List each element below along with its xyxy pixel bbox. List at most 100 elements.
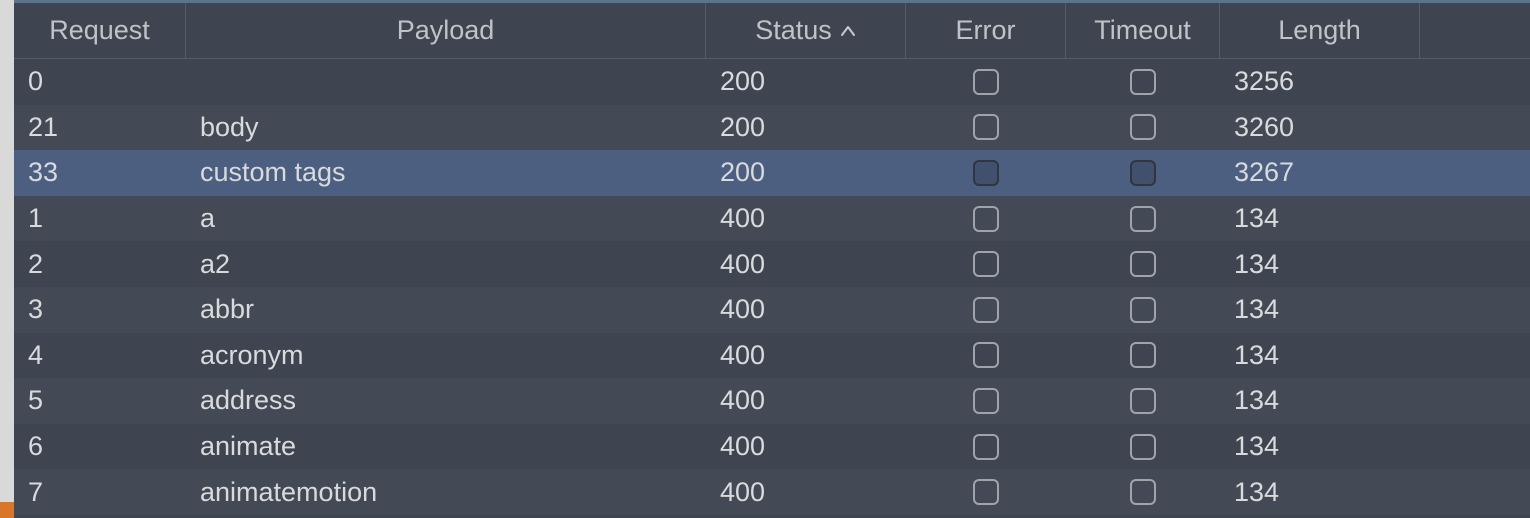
cell-error-checkbox[interactable] <box>973 388 999 414</box>
cell-error <box>906 287 1066 333</box>
table-row[interactable]: 5address400134 <box>14 378 1530 424</box>
column-header-label: Request <box>49 15 150 46</box>
cell-request: 3 <box>14 287 186 333</box>
results-table: Request Payload Status Error Timeout Len… <box>14 0 1530 518</box>
cell-timeout <box>1066 241 1220 287</box>
table-body: 0 200 325621body200 326033custom tags200326… <box>14 59 1530 518</box>
cell-payload: body <box>186 105 706 151</box>
cell-error <box>906 241 1066 287</box>
cell-length: 3267 <box>1220 150 1420 196</box>
cell-timeout-checkbox[interactable] <box>1130 69 1156 95</box>
column-header-label: Payload <box>397 15 495 46</box>
cell-request: 7 <box>14 469 186 515</box>
cell-spacer <box>1420 150 1530 196</box>
cell-error-checkbox[interactable] <box>973 160 999 186</box>
cell-error <box>906 105 1066 151</box>
cell-timeout <box>1066 287 1220 333</box>
cell-timeout-checkbox[interactable] <box>1130 114 1156 140</box>
cell-length: 134 <box>1220 287 1420 333</box>
cell-payload: a <box>186 196 706 242</box>
cell-timeout <box>1066 469 1220 515</box>
column-header-label: Timeout <box>1094 15 1191 46</box>
cell-error-checkbox[interactable] <box>973 434 999 460</box>
cell-length: 134 <box>1220 196 1420 242</box>
cell-timeout <box>1066 333 1220 379</box>
cell-timeout-checkbox[interactable] <box>1130 479 1156 505</box>
column-header-error[interactable]: Error <box>906 3 1066 58</box>
cell-status: 400 <box>706 424 906 470</box>
cell-timeout-checkbox[interactable] <box>1130 160 1156 186</box>
table-row[interactable]: 02003256 <box>14 59 1530 105</box>
cell-timeout <box>1066 378 1220 424</box>
cell-error-checkbox[interactable] <box>973 114 999 140</box>
column-header-label: Length <box>1278 15 1361 46</box>
cell-spacer <box>1420 378 1530 424</box>
table-row[interactable]: 6animate400134 <box>14 424 1530 470</box>
sort-asc-icon <box>840 25 856 37</box>
column-header-length[interactable]: Length <box>1220 3 1420 58</box>
column-header-spacer <box>1420 3 1530 58</box>
column-header-status[interactable]: Status <box>706 3 906 58</box>
cell-timeout-checkbox[interactable] <box>1130 251 1156 277</box>
cell-status: 400 <box>706 333 906 379</box>
column-header-timeout[interactable]: Timeout <box>1066 3 1220 58</box>
column-header-request[interactable]: Request <box>14 3 186 58</box>
cell-error-checkbox[interactable] <box>973 251 999 277</box>
table-row[interactable]: 1a400134 <box>14 196 1530 242</box>
column-header-label: Status <box>755 15 832 46</box>
cell-timeout <box>1066 59 1220 105</box>
cell-status: 400 <box>706 241 906 287</box>
cell-spacer <box>1420 196 1530 242</box>
cell-timeout <box>1066 150 1220 196</box>
column-header-label: Error <box>956 15 1016 46</box>
cell-error <box>906 59 1066 105</box>
cell-error-checkbox[interactable] <box>973 69 999 95</box>
cell-status: 400 <box>706 469 906 515</box>
column-header-payload[interactable]: Payload <box>186 3 706 58</box>
cell-timeout-checkbox[interactable] <box>1130 388 1156 414</box>
cell-payload: address <box>186 378 706 424</box>
cell-spacer <box>1420 59 1530 105</box>
table-row[interactable]: 33custom tags2003267 <box>14 150 1530 196</box>
table-row[interactable]: 4acronym400134 <box>14 333 1530 379</box>
cell-status: 200 <box>706 105 906 151</box>
cell-request: 2 <box>14 241 186 287</box>
cell-error-checkbox[interactable] <box>973 206 999 232</box>
cell-length: 3256 <box>1220 59 1420 105</box>
table-row[interactable]: 2a2400134 <box>14 241 1530 287</box>
cell-timeout-checkbox[interactable] <box>1130 342 1156 368</box>
cell-timeout-checkbox[interactable] <box>1130 206 1156 232</box>
gutter-marker <box>0 502 14 518</box>
table-row[interactable]: 21body200 3260 <box>14 105 1530 151</box>
cell-timeout-checkbox[interactable] <box>1130 297 1156 323</box>
cell-spacer <box>1420 333 1530 379</box>
cell-error <box>906 469 1066 515</box>
cell-length: 134 <box>1220 333 1420 379</box>
cell-timeout <box>1066 196 1220 242</box>
cell-length: 3260 <box>1220 105 1420 151</box>
cell-spacer <box>1420 241 1530 287</box>
left-gutter <box>0 0 14 518</box>
cell-error <box>906 150 1066 196</box>
cell-length: 134 <box>1220 378 1420 424</box>
cell-payload: animate <box>186 424 706 470</box>
cell-timeout-checkbox[interactable] <box>1130 434 1156 460</box>
cell-timeout <box>1066 424 1220 470</box>
cell-error <box>906 378 1066 424</box>
cell-request: 33 <box>14 150 186 196</box>
table-row[interactable]: 7animatemotion400 134 <box>14 469 1530 515</box>
cell-request: 0 <box>14 59 186 105</box>
cell-status: 400 <box>706 287 906 333</box>
cell-error-checkbox[interactable] <box>973 479 999 505</box>
table-header-row: Request Payload Status Error Timeout Len… <box>14 3 1530 59</box>
cell-length: 134 <box>1220 424 1420 470</box>
cell-spacer <box>1420 469 1530 515</box>
cell-payload: animatemotion <box>186 469 706 515</box>
cell-error-checkbox[interactable] <box>973 297 999 323</box>
cell-payload: abbr <box>186 287 706 333</box>
cell-length: 134 <box>1220 469 1420 515</box>
cell-length: 134 <box>1220 241 1420 287</box>
cell-error-checkbox[interactable] <box>973 342 999 368</box>
cell-request: 21 <box>14 105 186 151</box>
table-row[interactable]: 3abbr400 134 <box>14 287 1530 333</box>
